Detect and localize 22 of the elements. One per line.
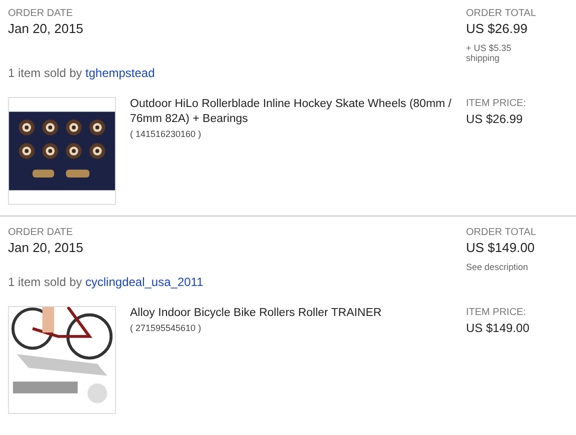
item-price-label: ITEM PRICE: — [466, 97, 528, 111]
order-total: US $26.99 — [466, 20, 528, 38]
item-price: US $149.00 — [466, 320, 530, 336]
sold-by-text: 1 item sold by — [8, 66, 82, 80]
item-price-label: ITEM PRICE: — [466, 306, 528, 320]
seller-link[interactable]: cyclingdeal_usa_2011 — [85, 275, 204, 289]
sold-by-text: 1 item sold by — [8, 275, 82, 289]
seller-link[interactable]: tghempstead — [85, 66, 155, 80]
item-title[interactable]: Outdoor HiLo Rollerblade Inline Hockey Skate Wheels (80mm / 76mm 82A) + Bearings — [130, 97, 458, 127]
order-date-label: ORDER DATE — [8, 227, 74, 239]
order-total-label: ORDER TOTAL — [466, 227, 538, 239]
order-date: Jan 20, 2015 — [8, 20, 84, 38]
order-date: Jan 20, 2015 — [8, 239, 84, 257]
order-total: US $149.00 — [466, 239, 536, 257]
item-number: ( 271595545610 ) — [130, 322, 202, 335]
item-title[interactable]: Alloy Indoor Bicycle Bike Rollers Roller TRAINER — [130, 306, 458, 321]
order-total-note: + US $5.35 shipping — [466, 43, 512, 63]
order-total-note: See description — [466, 262, 530, 272]
item-price: US $26.99 — [466, 111, 524, 127]
order-date-label: ORDER DATE — [8, 8, 74, 20]
order-total-label: ORDER TOTAL — [466, 8, 538, 20]
item-number: ( 141516230160 ) — [130, 128, 202, 141]
